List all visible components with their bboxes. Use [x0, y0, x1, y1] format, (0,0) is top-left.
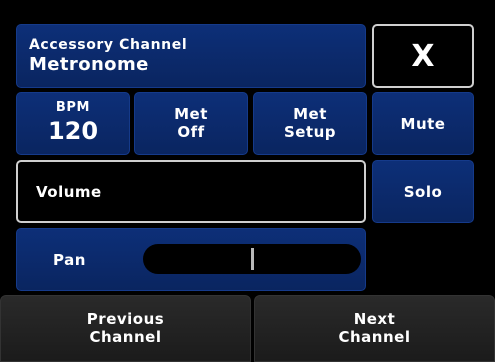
next-line1: Next — [353, 310, 396, 329]
volume-control[interactable]: Volume — [16, 160, 366, 223]
met-setup-line2: Setup — [283, 122, 337, 141]
bpm-button[interactable]: BPM 120 — [16, 92, 130, 155]
pan-label: Pan — [53, 250, 86, 269]
previous-line1: Previous — [86, 310, 165, 329]
met-setup-button[interactable]: Met Setup — [253, 92, 367, 155]
channel-name: Metronome — [29, 53, 149, 75]
solo-button[interactable]: Solo — [372, 160, 474, 223]
pan-control[interactable]: Pan — [16, 228, 366, 291]
previous-channel-button[interactable]: Previous Channel — [0, 295, 251, 362]
met-off-line2: Off — [177, 122, 205, 141]
mute-label: Mute — [400, 114, 446, 133]
channel-header: Accessory Channel Metronome — [16, 24, 366, 88]
pan-slider[interactable] — [143, 244, 361, 274]
metronome-screen: Accessory Channel Metronome X BPM 120 Me… — [0, 0, 495, 362]
solo-label: Solo — [403, 182, 443, 201]
met-off-button[interactable]: Met Off — [134, 92, 248, 155]
bpm-value: 120 — [47, 117, 99, 146]
volume-label: Volume — [36, 182, 102, 201]
met-setup-line1: Met — [293, 105, 327, 124]
close-icon: X — [411, 38, 435, 74]
channel-type-label: Accessory Channel — [29, 36, 188, 53]
bpm-label: BPM — [55, 100, 91, 116]
next-channel-button[interactable]: Next Channel — [254, 295, 495, 362]
volume-slider[interactable] — [144, 176, 362, 206]
close-button[interactable]: X — [372, 24, 474, 88]
met-off-line1: Met — [174, 105, 208, 124]
pan-slider-handle[interactable] — [251, 248, 254, 270]
mute-button[interactable]: Mute — [372, 92, 474, 155]
next-line2: Channel — [338, 327, 411, 346]
previous-line2: Channel — [89, 327, 162, 346]
